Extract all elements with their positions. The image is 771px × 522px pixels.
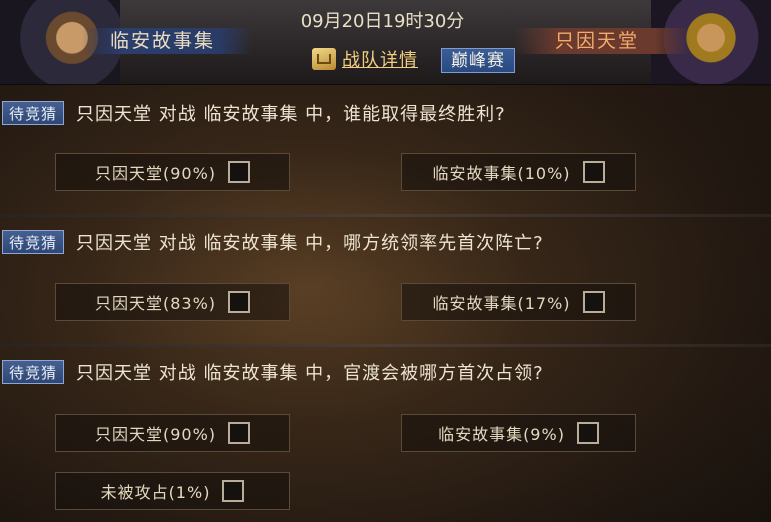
option-checkbox[interactable] <box>582 161 605 183</box>
question-text: 只因天堂 对战 临安故事集 中，官渡会被哪方首次占领? <box>76 363 544 384</box>
option-button[interactable]: 只因天堂(90%) <box>55 153 290 191</box>
option-checkbox[interactable] <box>228 161 251 183</box>
team-detail-link[interactable]: 战队详情 <box>312 46 418 72</box>
option-button[interactable]: 只因天堂(90%) <box>55 414 290 452</box>
option-button[interactable]: 未被攻占(1%) <box>55 472 290 510</box>
option-checkbox[interactable] <box>228 291 251 313</box>
question-block-2: 待竞猜 只因天堂 对战 临安故事集 中，哪方统领率先首次阵亡? 只因天堂(83%… <box>0 214 771 344</box>
divider <box>0 344 771 347</box>
option-label: 临安故事集(17%) <box>432 294 571 313</box>
divider <box>0 214 771 217</box>
option-button[interactable]: 只因天堂(83%) <box>55 283 290 321</box>
right-team-name: 只因天堂 <box>515 28 690 54</box>
status-badge: 待竞猜 <box>2 230 64 254</box>
option-label: 未被攻占(1%) <box>100 483 211 502</box>
question-block-3: 待竞猜 只因天堂 对战 临安故事集 中，官渡会被哪方首次占领? 只因天堂(90%… <box>0 344 771 522</box>
team-detail-label: 战队详情 <box>342 50 418 71</box>
option-button[interactable]: 临安故事集(9%) <box>401 414 636 452</box>
stage-badge: 巅峰赛 <box>441 48 515 73</box>
option-label: 临安故事集(9%) <box>438 425 565 444</box>
match-time: 09月20日19时30分 <box>300 11 465 32</box>
match-header: 临安故事集 只因天堂 09月20日19时30分 战队详情 巅峰赛 <box>0 0 771 85</box>
left-team-name: 临安故事集 <box>82 28 252 54</box>
status-badge: 待竞猜 <box>2 101 64 125</box>
option-label: 只因天堂(83%) <box>94 294 217 313</box>
option-label: 只因天堂(90%) <box>94 425 217 444</box>
question-row: 待竞猜 只因天堂 对战 临安故事集 中，谁能取得最终胜利? <box>2 100 506 126</box>
option-checkbox[interactable] <box>222 480 245 502</box>
status-badge: 待竞猜 <box>2 360 64 384</box>
option-checkbox[interactable] <box>228 422 251 444</box>
question-text: 只因天堂 对战 临安故事集 中，哪方统领率先首次阵亡? <box>76 233 544 254</box>
option-label: 只因天堂(90%) <box>94 164 217 183</box>
option-button[interactable]: 临安故事集(17%) <box>401 283 636 321</box>
option-checkbox[interactable] <box>582 291 605 313</box>
question-row: 待竞猜 只因天堂 对战 临安故事集 中，官渡会被哪方首次占领? <box>2 359 544 385</box>
question-text: 只因天堂 对战 临安故事集 中，谁能取得最终胜利? <box>76 104 506 125</box>
question-row: 待竞猜 只因天堂 对战 临安故事集 中，哪方统领率先首次阵亡? <box>2 229 544 255</box>
question-block-1: 待竞猜 只因天堂 对战 临安故事集 中，谁能取得最终胜利? 只因天堂(90%) … <box>0 86 771 214</box>
option-checkbox[interactable] <box>576 422 599 444</box>
scroll-icon <box>312 48 336 70</box>
option-button[interactable]: 临安故事集(10%) <box>401 153 636 191</box>
option-label: 临安故事集(10%) <box>432 164 571 183</box>
